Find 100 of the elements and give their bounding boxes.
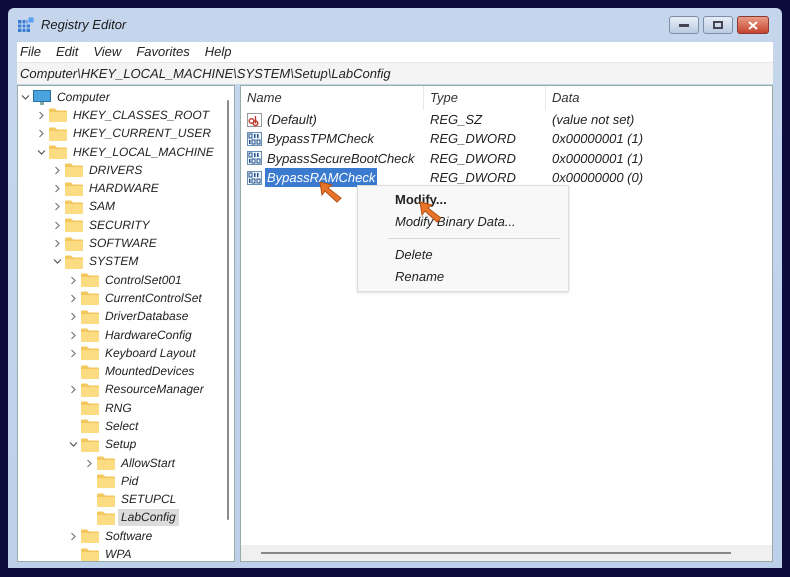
folder-icon [65, 163, 83, 178]
tree-item[interactable]: CurrentControlSet [102, 290, 205, 307]
tree-item[interactable]: Pid [118, 472, 142, 490]
window-title: Registry Editor [41, 16, 126, 34]
chevron-right-icon[interactable] [36, 129, 46, 138]
address-bar[interactable]: Computer\HKEY_LOCAL_MACHINE\SYSTEM\Setup\LabConfig [17, 62, 773, 84]
value-type: REG_DWORD [429, 150, 517, 168]
value-name[interactable]: (Default) [265, 110, 319, 130]
column-header[interactable]: Data [546, 86, 772, 110]
tree-item[interactable]: ControlSet001 [102, 272, 185, 289]
chevron-down-icon[interactable] [20, 92, 30, 102]
folder-icon [65, 182, 83, 196]
chevron-right-icon[interactable] [68, 348, 78, 358]
value-type: REG_DWORD [429, 168, 517, 187]
binary-value-icon [247, 132, 262, 146]
folder-icon [97, 492, 115, 507]
tree-item[interactable]: AllowStart [118, 454, 178, 472]
folder-icon [65, 236, 83, 251]
folder-icon [97, 456, 115, 470]
folder-icon [97, 510, 115, 525]
chevron-right-icon[interactable] [36, 110, 46, 120]
chevron-right-icon[interactable] [84, 458, 94, 468]
value-name[interactable]: BypassSecureBootCheck [265, 148, 416, 168]
value-type: REG_DWORD [429, 130, 517, 148]
column-header[interactable]: Name [241, 86, 424, 110]
value-data: 0x00000001 (1) [551, 150, 644, 168]
close-icon [748, 20, 758, 30]
binary-value-icon [247, 170, 262, 185]
chevron-right-icon[interactable] [52, 166, 62, 175]
tree-item[interactable]: Select [102, 418, 142, 435]
tree-item[interactable]: MountedDevices [102, 363, 198, 380]
menu-item[interactable]: Edit [56, 42, 78, 62]
scrollbar-thumb[interactable] [227, 100, 229, 520]
menu-item[interactable]: Help [204, 42, 232, 62]
folder-icon [81, 310, 99, 324]
chevron-down-icon[interactable] [52, 257, 62, 266]
folder-icon [81, 529, 99, 544]
folder-icon [81, 382, 99, 397]
folder-icon [81, 291, 99, 306]
tree-item[interactable]: SETUPCL [118, 491, 180, 508]
value-name[interactable]: BypassRAMCheck [265, 168, 378, 188]
tree-item[interactable]: HKEY_CLASSES_ROOT [70, 106, 212, 124]
folder-icon [81, 401, 99, 416]
folder-icon [81, 346, 99, 360]
folder-icon [81, 273, 99, 288]
folder-icon [49, 145, 67, 160]
folder-icon [81, 419, 99, 434]
chevron-right-icon[interactable] [68, 276, 78, 285]
close-button[interactable] [737, 16, 769, 34]
minimize-button[interactable] [669, 16, 699, 34]
folder-icon [65, 254, 83, 269]
tree-item[interactable]: SOFTWARE [86, 235, 160, 252]
menu-item[interactable]: Favorites [136, 42, 190, 62]
tree-item[interactable]: DriverDatabase [102, 308, 192, 326]
chevron-right-icon[interactable] [68, 532, 78, 541]
menu-item[interactable]: View [93, 42, 122, 62]
value-type: REG_SZ [429, 110, 484, 129]
context-menu-item[interactable]: Modify Binary Data... [358, 211, 568, 233]
tree-item[interactable]: Setup [102, 436, 140, 454]
horizontal-scrollbar[interactable] [241, 545, 772, 561]
folder-icon [97, 474, 115, 488]
tree-item[interactable]: RNG [102, 400, 135, 417]
monitor-icon [33, 90, 51, 105]
context-menu-item[interactable]: Delete [358, 244, 568, 266]
tree-item[interactable]: SECURITY [86, 216, 153, 234]
tree-item[interactable]: HKEY_LOCAL_MACHINE [70, 144, 217, 161]
tree-item[interactable]: WPA [102, 546, 134, 561]
folder-icon [81, 328, 99, 342]
tree-item[interactable]: Software [102, 528, 156, 545]
chevron-right-icon[interactable] [68, 385, 78, 394]
folder-icon [81, 548, 99, 561]
tree-item[interactable]: SYSTEM [86, 253, 142, 270]
chevron-right-icon[interactable] [68, 330, 78, 340]
chevron-down-icon[interactable] [68, 440, 78, 450]
tree-item[interactable]: HardwareConfig [102, 326, 195, 344]
chevron-right-icon[interactable] [68, 294, 78, 303]
context-menu-item[interactable]: Modify... [358, 189, 568, 211]
chevron-right-icon[interactable] [52, 220, 62, 230]
chevron-down-icon[interactable] [36, 148, 46, 157]
chevron-right-icon[interactable] [52, 239, 62, 248]
value-name[interactable]: BypassTPMCheck [265, 129, 376, 149]
menu-item[interactable]: File [20, 42, 41, 62]
tree-item[interactable]: DRIVERS [86, 162, 146, 179]
value-data: 0x00000000 (0) [551, 168, 644, 187]
context-menu-item[interactable]: Rename [358, 266, 568, 288]
folder-icon [65, 200, 83, 214]
scrollbar-thumb[interactable] [261, 552, 731, 554]
column-header[interactable]: Type [424, 86, 546, 110]
chevron-right-icon[interactable] [52, 184, 62, 194]
chevron-right-icon[interactable] [52, 202, 62, 212]
chevron-right-icon[interactable] [68, 312, 78, 322]
maximize-button[interactable] [703, 16, 733, 34]
tree-item[interactable]: HKEY_CURRENT_USER [70, 125, 214, 142]
tree-item[interactable]: ResourceManager [102, 381, 207, 398]
tree-item[interactable]: SAM [86, 198, 118, 216]
tree-item[interactable]: LabConfig [118, 509, 179, 526]
folder-icon [49, 126, 67, 141]
tree-item[interactable]: HARDWARE [86, 180, 162, 198]
tree-item[interactable]: Keyboard Layout [102, 344, 199, 362]
tree-item[interactable]: Computer [54, 88, 113, 106]
